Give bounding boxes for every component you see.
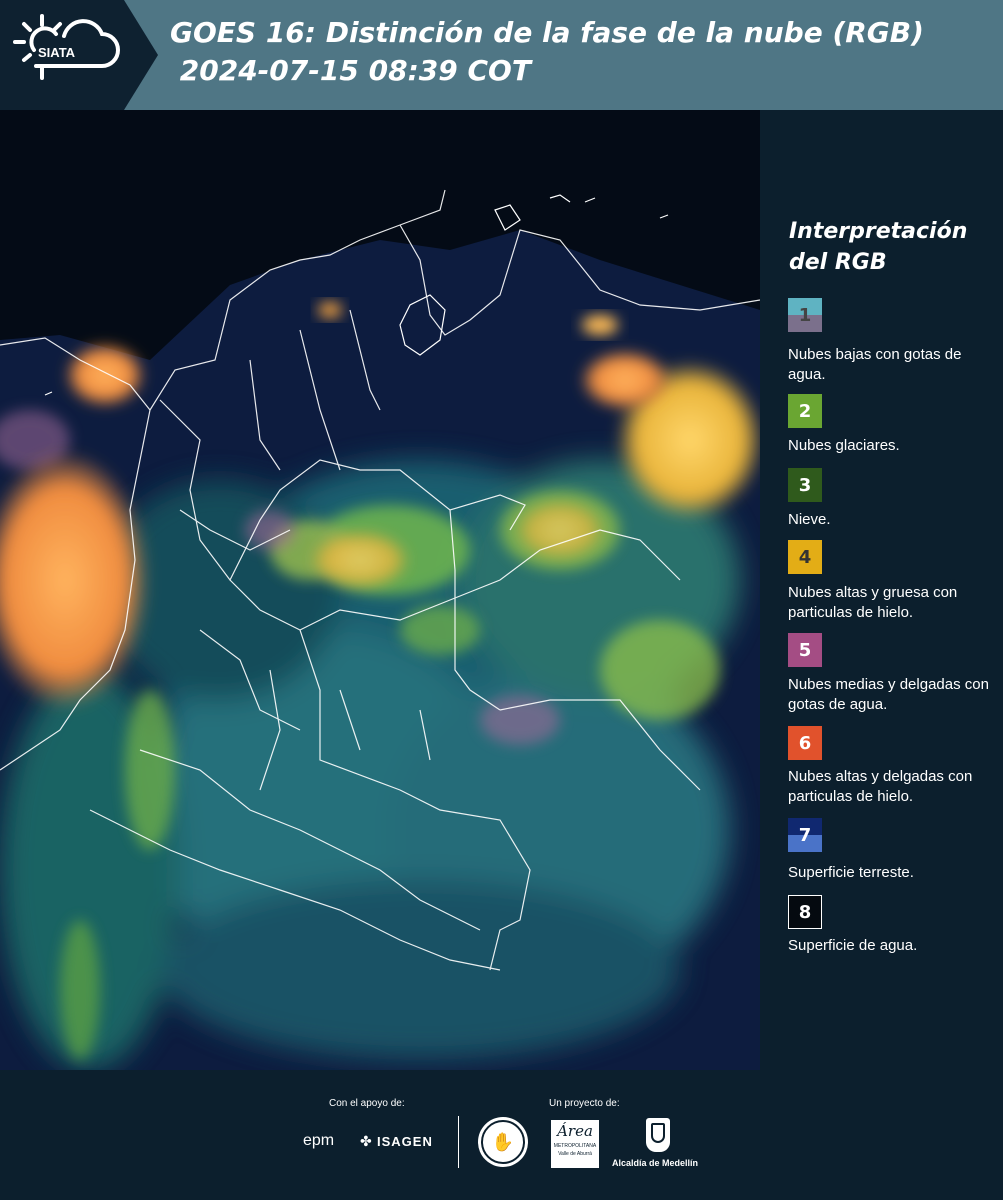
- legend-swatch-3: 3: [788, 468, 822, 502]
- legend-swatch-2: 2: [788, 394, 822, 428]
- legend-swatch-4: 4: [788, 540, 822, 574]
- legend-swatch-5: 5: [788, 633, 822, 667]
- support-label: Con el apoyo de:: [329, 1098, 405, 1109]
- legend-label-3: Nieve.: [788, 511, 831, 528]
- amva-sub1: METROPOLITANA: [553, 1143, 597, 1149]
- legend-number: 1: [798, 304, 812, 326]
- footer: Con el apoyo de: Un proyecto de: epm ✤ I…: [0, 1070, 1003, 1200]
- legend-number: 7: [798, 824, 812, 846]
- siata-logo[interactable]: SIATA: [0, 0, 158, 110]
- isagen-logo-icon: ✤: [360, 1133, 372, 1149]
- legend-number: 5: [798, 639, 812, 661]
- amva-name: Área: [557, 1122, 593, 1140]
- university-seal-icon[interactable]: ✋: [478, 1117, 528, 1167]
- satellite-map[interactable]: [0, 110, 760, 1070]
- satellite-image: [0, 110, 760, 1070]
- legend-label-1: Nubes bajas con gotas de agua.: [788, 346, 962, 383]
- area-metropolitana-logo[interactable]: Área METROPOLITANA Valle de Aburrá: [551, 1120, 599, 1168]
- amva-sub2: Valle de Aburrá: [558, 1151, 592, 1157]
- legend-title: Interpretación del RGB: [789, 219, 968, 275]
- legend-swatch-7: 7: [788, 818, 822, 852]
- legend-swatch-8: 8: [788, 895, 822, 929]
- epm-logo[interactable]: epm: [303, 1132, 334, 1150]
- convective-cloud-north: [65, 343, 145, 407]
- legend-number: 6: [798, 732, 812, 754]
- medellin-logo-text[interactable]: Alcaldía de Medellín: [612, 1158, 698, 1168]
- medellin-shield-icon: [646, 1118, 670, 1152]
- isagen-logo[interactable]: ISAGEN: [377, 1134, 433, 1149]
- siata-logo-text: SIATA: [38, 45, 76, 60]
- footer-divider: [458, 1116, 459, 1168]
- legend-number: 2: [798, 400, 812, 422]
- legend-label-2: Nubes glaciares.: [788, 437, 900, 454]
- legend-swatch-6: 6: [788, 726, 822, 760]
- legend-swatch-1: 1: [788, 298, 822, 332]
- legend-label-5: Nubes medias y delgadas con gotas de agu…: [788, 676, 989, 713]
- legend-label-8: Superficie de agua.: [788, 937, 918, 954]
- legend-label-6: Nubes altas y delgadas con particulas de…: [788, 768, 973, 805]
- legend-label-4: Nubes altas y gruesa con particulas de h…: [788, 584, 958, 621]
- project-label: Un proyecto de:: [549, 1098, 620, 1109]
- header-bar: SIATA GOES 16: Distinción de la fase de …: [0, 0, 1003, 110]
- legend-label-7: Superficie terreste.: [788, 864, 914, 881]
- legend-number: 4: [798, 546, 812, 568]
- page-title: GOES 16: Distinción de la fase de la nub…: [170, 16, 924, 87]
- legend-number: 8: [798, 901, 812, 923]
- legend-number: 3: [798, 474, 812, 496]
